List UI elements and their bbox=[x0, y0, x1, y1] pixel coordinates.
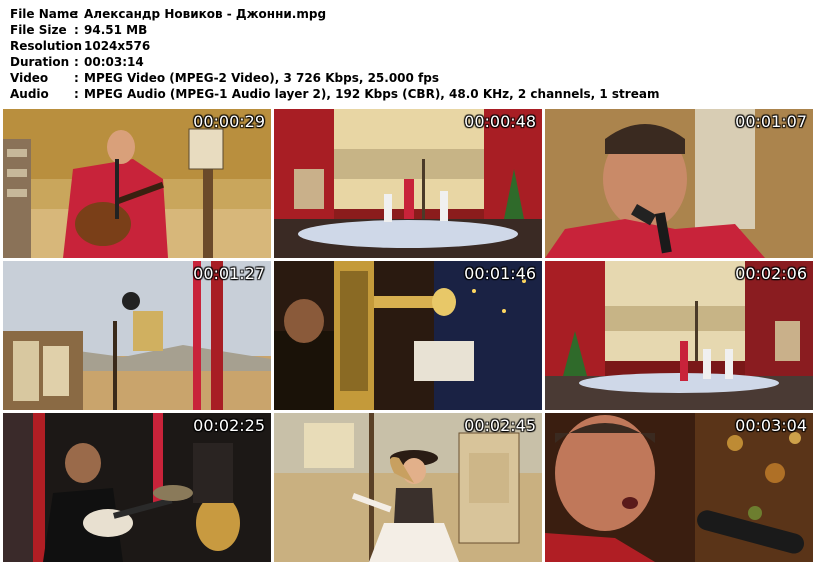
thumbnail-frame[interactable]: 00:00:48 bbox=[274, 109, 542, 258]
info-separator: : bbox=[74, 23, 79, 37]
timestamp-label: 00:01:27 bbox=[193, 264, 265, 283]
thumbnail-frame[interactable]: 00:00:29 bbox=[3, 109, 271, 258]
info-separator: : bbox=[74, 71, 79, 85]
video-frame-image bbox=[3, 413, 271, 562]
video-frame-image bbox=[545, 109, 813, 258]
info-key: Resolution bbox=[10, 39, 83, 53]
video-frame-image bbox=[545, 261, 813, 410]
thumbnail-frame[interactable]: 00:02:25 bbox=[3, 413, 271, 562]
info-value: MPEG Audio (MPEG-1 Audio layer 2), 192 K… bbox=[84, 87, 660, 101]
info-value: 00:03:14 bbox=[84, 55, 144, 69]
thumbnail-frame[interactable]: 00:02:06 bbox=[545, 261, 813, 410]
timestamp-label: 00:03:04 bbox=[735, 416, 807, 435]
timestamp-label: 00:02:25 bbox=[193, 416, 265, 435]
video-frame-image bbox=[3, 109, 271, 258]
info-value: 1024x576 bbox=[84, 39, 151, 53]
timestamp-label: 00:00:48 bbox=[464, 112, 536, 131]
thumbnail-frame[interactable]: 00:02:45 bbox=[274, 413, 542, 562]
video-frame-image bbox=[3, 261, 271, 410]
info-separator: : bbox=[74, 87, 79, 101]
timestamp-label: 00:02:06 bbox=[735, 264, 807, 283]
video-frame-image bbox=[274, 109, 542, 258]
info-value: 94.51 MB bbox=[84, 23, 148, 37]
thumbnail-frame[interactable]: 00:01:27 bbox=[3, 261, 271, 410]
timestamp-label: 00:01:46 bbox=[464, 264, 536, 283]
info-separator: : bbox=[74, 39, 79, 53]
timestamp-label: 00:00:29 bbox=[193, 112, 265, 131]
video-frame-image bbox=[545, 413, 813, 562]
info-separator: : bbox=[74, 7, 79, 21]
info-key: Audio bbox=[10, 87, 49, 101]
info-separator: : bbox=[74, 55, 79, 69]
thumbnail-frame[interactable]: 00:01:46 bbox=[274, 261, 542, 410]
video-frame-image bbox=[274, 413, 542, 562]
thumbnail-frame[interactable]: 00:01:07 bbox=[545, 109, 813, 258]
timestamp-label: 00:02:45 bbox=[464, 416, 536, 435]
info-value: MPEG Video (MPEG-2 Video), 3 726 Kbps, 2… bbox=[84, 71, 440, 85]
video-frame-image bbox=[274, 261, 542, 410]
info-key: Video bbox=[10, 71, 49, 85]
info-key: File Name bbox=[10, 7, 78, 21]
thumbnail-grid: 00:00:29 00:00:48 00:01:07 00:01:27 00:0… bbox=[3, 109, 813, 562]
info-value: Александр Новиков - Джонни.mpg bbox=[84, 7, 327, 21]
info-key: Duration bbox=[10, 55, 70, 69]
info-key: File Size bbox=[10, 23, 67, 37]
thumbnail-frame[interactable]: 00:03:04 bbox=[545, 413, 813, 562]
timestamp-label: 00:01:07 bbox=[735, 112, 807, 131]
